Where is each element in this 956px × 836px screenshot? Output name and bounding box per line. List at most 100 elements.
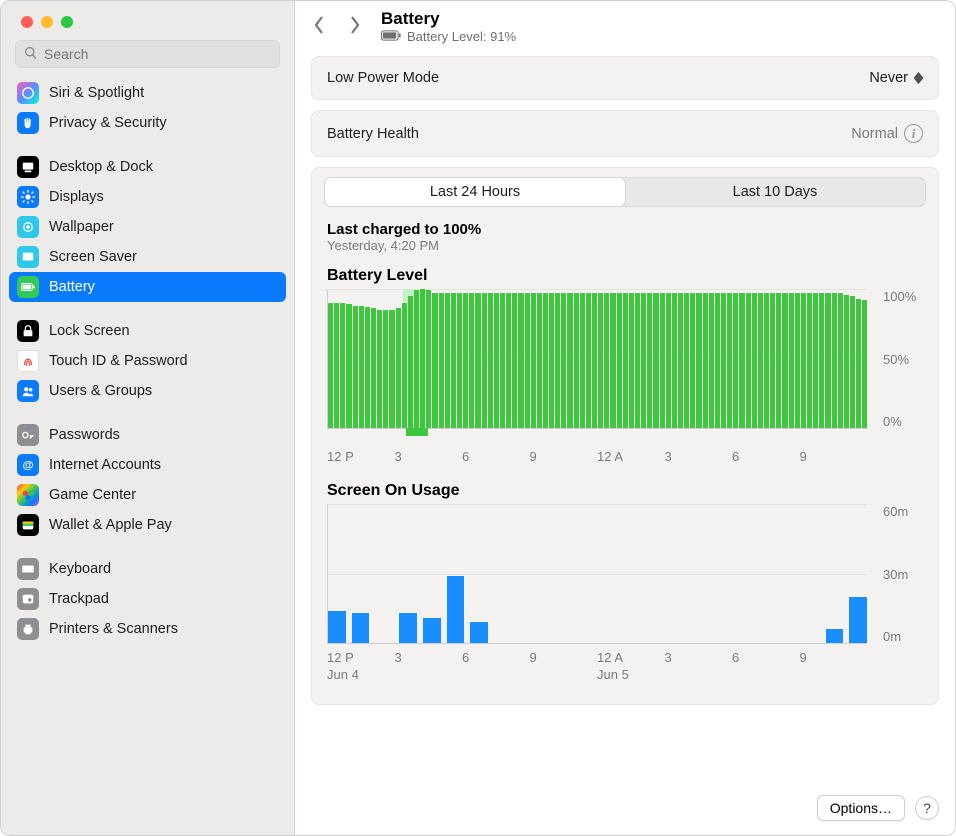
sidebar-item-wallpaper[interactable]: Wallpaper [9, 212, 286, 242]
sidebar-item-label: Battery [49, 279, 95, 295]
screen-on-date-axis: Jun 4Jun 5 [327, 665, 867, 682]
sidebar: Siri & Spotlight Privacy & Security Deskto… [1, 1, 295, 835]
sidebar-item-label: Desktop & Dock [49, 159, 153, 175]
sidebar-item-label: Trackpad [49, 591, 109, 607]
svg-text:@: @ [22, 460, 33, 472]
zoom-window-button[interactable] [61, 16, 73, 28]
low-power-mode-panel: Low Power Mode Never [311, 56, 939, 100]
sidebar-item-wallet-apple-pay[interactable]: Wallet & Apple Pay [9, 510, 286, 540]
sidebar-item-label: Wallpaper [49, 219, 114, 235]
sidebar-item-game-center[interactable]: Game Center [9, 480, 286, 510]
sidebar-item-displays[interactable]: Displays [9, 182, 286, 212]
sidebar-item-label: Siri & Spotlight [49, 85, 144, 101]
screen-on-chart: Screen On Usage 12 P36912 A369 Jun 4Jun … [327, 482, 923, 682]
back-button[interactable] [311, 15, 327, 38]
sidebar-item-privacy-security[interactable]: Privacy & Security [9, 108, 286, 138]
sidebar-item-label: Privacy & Security [49, 115, 167, 131]
settings-window: Siri & Spotlight Privacy & Security Deskto… [0, 0, 956, 836]
popup-arrows-icon [914, 72, 923, 84]
help-button[interactable]: ? [915, 796, 939, 820]
sidebar-item-label: Game Center [49, 487, 136, 503]
search-wrap [1, 40, 294, 78]
lock-icon [17, 320, 39, 342]
page-title: Battery [381, 9, 516, 29]
forward-button[interactable] [347, 15, 363, 38]
battery-health-row[interactable]: Battery Health Normal i [312, 111, 938, 156]
battery-health-panel: Battery Health Normal i [311, 110, 939, 157]
search-input[interactable] [44, 46, 271, 62]
touchid-icon [17, 350, 39, 372]
last-charged-time: Yesterday, 4:20 PM [327, 238, 923, 253]
wallet-icon [17, 514, 39, 536]
low-power-mode-value[interactable]: Never [869, 70, 923, 86]
battery-level-chart: Battery Level 12 P36912 A36 [327, 267, 923, 464]
screen-on-plot [327, 504, 867, 644]
wallpaper-icon [17, 216, 39, 238]
tab-last-10-days[interactable]: Last 10 Days [625, 178, 925, 206]
window-controls [1, 1, 294, 40]
sidebar-item-passwords[interactable]: Passwords [9, 420, 286, 450]
low-power-mode-label: Low Power Mode [327, 70, 439, 86]
sidebar-list[interactable]: Siri & Spotlight Privacy & Security Deskto… [1, 78, 294, 835]
last-charged-title: Last charged to 100% [327, 221, 923, 238]
sidebar-item-touch-id-password[interactable]: Touch ID & Password [9, 346, 286, 376]
sidebar-item-printers-scanners[interactable]: Printers & Scanners [9, 614, 286, 644]
screen-on-y-axis: 60m30m0m [877, 504, 923, 644]
siri-icon [17, 82, 39, 104]
chart-area: Last charged to 100% Yesterday, 4:20 PM … [312, 207, 938, 704]
sidebar-item-label: Internet Accounts [49, 457, 161, 473]
keyboard-icon [17, 558, 39, 580]
sidebar-item-internet-accounts[interactable]: @ Internet Accounts [9, 450, 286, 480]
low-power-mode-row[interactable]: Low Power Mode Never [312, 57, 938, 99]
sidebar-item-desktop-dock[interactable]: Desktop & Dock [9, 152, 286, 182]
info-icon[interactable]: i [904, 124, 923, 143]
main-pane: Battery Battery Level: 91% Low Power Mod… [295, 1, 955, 835]
sidebar-item-trackpad[interactable]: Trackpad [9, 584, 286, 614]
users-icon [17, 380, 39, 402]
battery-health-label: Battery Health [327, 126, 419, 142]
sidebar-item-label: Passwords [49, 427, 120, 443]
search-field[interactable] [15, 40, 280, 68]
sidebar-item-label: Displays [49, 189, 104, 205]
sidebar-item-label: Touch ID & Password [49, 353, 188, 369]
header: Battery Battery Level: 91% [295, 1, 955, 50]
trackpad-icon [17, 588, 39, 610]
sidebar-item-label: Screen Saver [49, 249, 137, 265]
screensaver-icon [17, 246, 39, 268]
screen-on-chart-title: Screen On Usage [327, 482, 923, 500]
battery-status-icon [381, 29, 401, 44]
sidebar-item-keyboard[interactable]: Keyboard [9, 554, 286, 584]
sidebar-item-lock-screen[interactable]: Lock Screen [9, 316, 286, 346]
search-icon [24, 46, 44, 63]
time-range-segmented[interactable]: Last 24 Hours Last 10 Days [324, 177, 926, 207]
sidebar-item-siri-spotlight[interactable]: Siri & Spotlight [9, 78, 286, 108]
footer: Options… ? [295, 789, 955, 835]
battery-level-text: Battery Level: 91% [407, 29, 516, 44]
options-button[interactable]: Options… [817, 795, 905, 821]
gamecenter-icon [17, 484, 39, 506]
close-window-button[interactable] [21, 16, 33, 28]
tab-last-24-hours[interactable]: Last 24 Hours [325, 178, 625, 206]
at-icon: @ [17, 454, 39, 476]
sidebar-item-label: Keyboard [49, 561, 111, 577]
battery-icon [17, 276, 39, 298]
battery-level-plot [327, 289, 867, 429]
content: Low Power Mode Never Battery Health Norm… [295, 50, 955, 789]
printer-icon [17, 618, 39, 640]
sidebar-item-battery[interactable]: Battery [9, 272, 286, 302]
displays-icon [17, 186, 39, 208]
dock-icon [17, 156, 39, 178]
battery-level-y-axis: 100%50%0% [877, 289, 923, 429]
sidebar-item-screen-saver[interactable]: Screen Saver [9, 242, 286, 272]
sidebar-item-label: Wallet & Apple Pay [49, 517, 172, 533]
battery-health-value: Normal i [851, 124, 923, 143]
minimize-window-button[interactable] [41, 16, 53, 28]
battery-level-chart-title: Battery Level [327, 267, 923, 285]
sidebar-item-label: Printers & Scanners [49, 621, 178, 637]
nav-arrows [311, 15, 363, 38]
sidebar-item-label: Lock Screen [49, 323, 130, 339]
sidebar-item-users-groups[interactable]: Users & Groups [9, 376, 286, 406]
screen-on-x-axis: 12 P36912 A369 [327, 644, 867, 665]
key-icon [17, 424, 39, 446]
header-title-block: Battery Battery Level: 91% [381, 9, 516, 44]
